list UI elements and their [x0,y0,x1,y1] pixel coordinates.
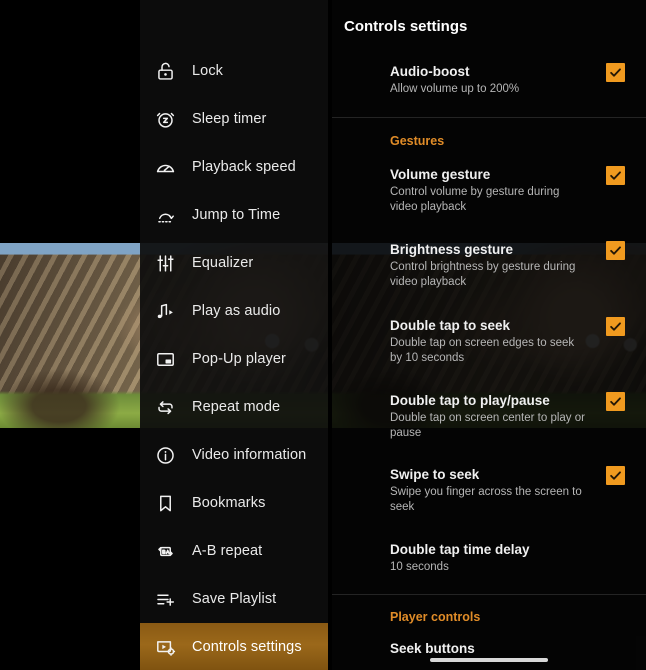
setting-row-volume-gesture[interactable]: Volume gesture Control volume by gesture … [332,166,646,214]
setting-row-seek-buttons[interactable]: Seek buttons [332,640,646,657]
left-screenshot-pane: Lock Sleep timer Playback speed Jump to Tim… [0,0,328,670]
setting-row-double-tap-time-delay[interactable]: Double tap time delay 10 seconds [332,541,646,575]
menu-item-save-playlist[interactable]: Save Playlist [140,575,328,623]
picture-in-picture-icon [148,342,182,376]
setting-row-text: Double tap time delay 10 seconds [332,541,606,575]
video-settings-icon [148,630,182,664]
ab-repeat-icon [148,534,182,568]
menu-item-label: Equalizer [192,255,254,271]
menu-item-bookmarks[interactable]: Bookmarks [140,479,328,527]
setting-row-text: Seek buttons [332,640,606,657]
setting-subtitle: Allow volume up to 200% [390,83,520,95]
menu-item-repeat-mode[interactable]: Repeat mode [140,383,328,431]
menu-item-label: Bookmarks [192,495,266,511]
lock-icon [148,54,182,88]
menu-item-video-information[interactable]: Video information [140,431,328,479]
setting-subtitle: Swipe you finger across the screen to se… [390,486,582,513]
setting-row-text: Swipe to seek Swipe you finger across the… [332,466,606,514]
options-menu-panel: Lock Sleep timer Playback speed Jump to Tim… [140,0,328,670]
setting-subtitle: Double tap on screen edges to seek by 10… [390,337,575,364]
menu-item-label: Video information [192,447,307,463]
setting-row-text: Double tap to play/pause Double tap on sc… [332,392,606,440]
menu-item-play-as-audio[interactable]: Play as audio [140,287,328,335]
speedometer-icon [148,150,182,184]
setting-title: Double tap time delay [390,542,530,557]
section-divider [332,117,646,118]
bookmark-icon [148,486,182,520]
setting-row-swipe-to-seek[interactable]: Swipe to seek Swipe you finger across the… [332,466,646,514]
setting-checkbox[interactable] [606,317,625,336]
info-circle-icon [148,438,182,472]
setting-title: Double tap to play/pause [390,393,550,408]
menu-item-a-b-repeat[interactable]: A-B repeat [140,527,328,575]
menu-item-playback-speed[interactable]: Playback speed [140,143,328,191]
setting-row-audio-boost[interactable]: Audio-boost Allow volume up to 200% [332,63,646,97]
menu-item-label: Save Playlist [192,591,277,607]
menu-item-pop-up-player[interactable]: Pop-Up player [140,335,328,383]
setting-checkbox[interactable] [606,63,625,82]
setting-row-brightness-gesture[interactable]: Brightness gesture Control brightness by … [332,241,646,289]
menu-item-equalizer[interactable]: Equalizer [140,239,328,287]
setting-subtitle: Control brightness by gesture during vid… [390,261,576,288]
setting-title: Double tap to seek [390,318,511,333]
menu-item-jump-to-time[interactable]: Jump to Time [140,191,328,239]
system-navigation-indicator [430,658,548,662]
setting-subtitle: Double tap on screen center to play or p… [390,412,585,439]
setting-title: Audio-boost [390,64,470,79]
setting-title: Volume gesture [390,167,491,182]
menu-item-label: Controls settings [192,639,302,655]
setting-checkbox[interactable] [606,466,625,485]
setting-checkbox[interactable] [606,241,625,260]
repeat-arrows-icon [148,390,182,424]
menu-item-label: Sleep timer [192,111,267,127]
menu-item-label: A-B repeat [192,543,263,559]
setting-row-double-tap-to-play-pause[interactable]: Double tap to play/pause Double tap on sc… [332,392,646,440]
menu-item-lock[interactable]: Lock [140,47,328,95]
setting-title: Brightness gesture [390,242,514,257]
right-screenshot-pane: Controls settings Gestures Player control… [332,0,646,670]
menu-item-sleep-timer[interactable]: Sleep timer [140,95,328,143]
options-menu-list: Lock Sleep timer Playback speed Jump to Tim… [140,47,328,670]
playlist-add-icon [148,582,182,616]
controls-settings-body: Controls settings Gestures Player control… [332,0,646,670]
page-title: Controls settings [344,18,468,35]
menu-item-label: Pop-Up player [192,351,286,367]
setting-row-double-tap-to-seek[interactable]: Double tap to seek Double tap on screen e… [332,317,646,365]
jump-to-time-icon [148,198,182,232]
setting-checkbox[interactable] [606,392,625,411]
setting-row-text: Brightness gesture Control brightness by … [332,241,606,289]
menu-item-label: Playback speed [192,159,296,175]
menu-item-controls-settings[interactable]: Controls settings [140,623,328,670]
equalizer-sliders-icon [148,246,182,280]
setting-checkbox[interactable] [606,166,625,185]
section-divider [332,594,646,595]
setting-title: Seek buttons [390,641,475,656]
menu-item-label: Jump to Time [192,207,281,223]
setting-row-text: Volume gesture Control volume by gesture … [332,166,606,214]
menu-item-label: Repeat mode [192,399,281,415]
screenshot-root: Lock Sleep timer Playback speed Jump to Tim… [0,0,646,670]
setting-subtitle: 10 seconds [390,561,449,573]
setting-subtitle: Control volume by gesture during video p… [390,186,560,213]
settings-section-header: Player controls [390,610,481,624]
alarm-clock-z-icon [148,102,182,136]
settings-section-header: Gestures [390,134,445,148]
setting-title: Swipe to seek [390,467,480,482]
setting-row-text: Audio-boost Allow volume up to 200% [332,63,606,97]
music-note-play-icon [148,294,182,328]
setting-row-text: Double tap to seek Double tap on screen e… [332,317,606,365]
menu-item-label: Lock [192,63,224,79]
menu-item-label: Play as audio [192,303,281,319]
